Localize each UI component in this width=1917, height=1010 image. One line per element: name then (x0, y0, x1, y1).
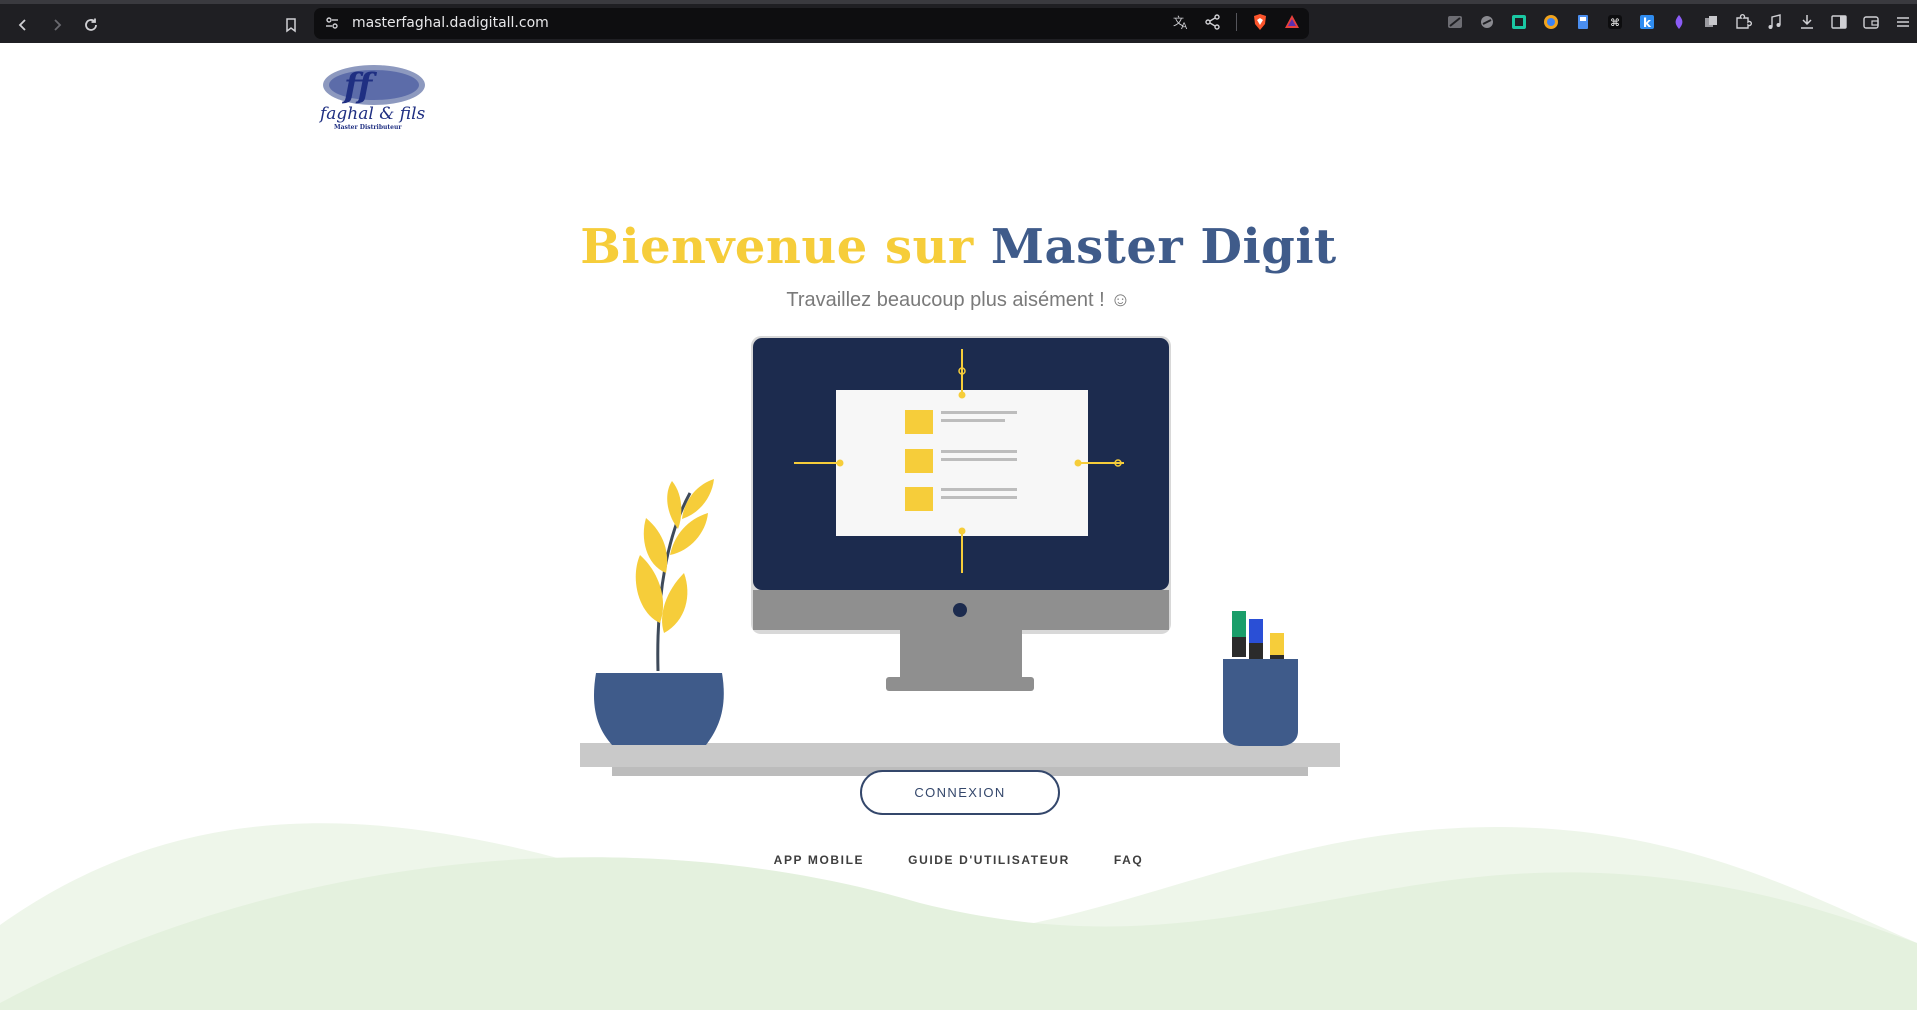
svg-text:A: A (1181, 22, 1188, 31)
page-title: Bienvenue sur Master Digit (0, 219, 1917, 275)
page-content: ff faghal & fils Master Distributeur Bie… (0, 43, 1917, 1010)
site-settings-icon[interactable] (324, 15, 340, 31)
extension-1-icon[interactable] (1445, 12, 1465, 32)
bookmark-button[interactable] (278, 12, 304, 38)
extension-2-icon[interactable] (1477, 12, 1497, 32)
title-part-1: Bienvenue sur (580, 219, 974, 275)
menu-icon[interactable] (1893, 12, 1913, 32)
footer-link-user-guide[interactable]: GUIDE D'UTILISATEUR (908, 853, 1070, 867)
login-button[interactable]: CONNEXION (860, 770, 1060, 815)
address-bar-actions: 文A (1172, 13, 1301, 31)
title-part-2: Master Digit (990, 219, 1337, 275)
extension-5-icon[interactable] (1573, 12, 1593, 32)
logo-tagline: Master Distributeur (334, 124, 402, 131)
share-icon[interactable] (1204, 13, 1222, 31)
bookmark-icon (286, 18, 296, 33)
footer-links: APP MOBILE GUIDE D'UTILISATEUR FAQ (0, 853, 1917, 867)
svg-text:k: k (1643, 16, 1652, 30)
forward-arrow-icon (54, 19, 62, 31)
reload-icon (85, 18, 97, 31)
url-text[interactable]: masterfaghal.dadigitall.com (352, 15, 549, 31)
brave-shields-icon[interactable] (1251, 13, 1269, 31)
reload-button[interactable] (78, 12, 104, 38)
svg-text:⌘: ⌘ (1610, 18, 1620, 29)
forward-button[interactable] (44, 12, 70, 38)
brave-rewards-icon[interactable] (1283, 13, 1301, 31)
back-arrow-icon (18, 19, 26, 31)
wallet-icon[interactable] (1861, 12, 1881, 32)
divider (1236, 13, 1237, 31)
browser-toolbar: masterfaghal.dadigitall.com 文A ⌘ k (0, 0, 1917, 43)
back-button[interactable] (10, 12, 36, 38)
sidebar-toggle-icon[interactable] (1829, 12, 1849, 32)
translate-icon[interactable]: 文A (1172, 13, 1190, 31)
extension-6-icon[interactable]: ⌘ (1605, 12, 1625, 32)
extension-3-icon[interactable] (1509, 12, 1529, 32)
download-icon[interactable] (1797, 12, 1817, 32)
puzzle-extensions-icon[interactable] (1733, 12, 1753, 32)
extension-7-icon[interactable]: k (1637, 12, 1657, 32)
extension-8-icon[interactable] (1669, 12, 1689, 32)
page-subtitle: Travaillez beaucoup plus aisément ! ☺ (786, 289, 1131, 311)
footer-link-app-mobile[interactable]: APP MOBILE (774, 853, 864, 867)
footer-link-faq[interactable]: FAQ (1114, 853, 1143, 867)
address-bar[interactable]: masterfaghal.dadigitall.com 文A (314, 8, 1309, 39)
company-logo: ff faghal & fils Master Distributeur (318, 65, 426, 131)
extension-4-icon[interactable] (1541, 12, 1561, 32)
extension-9-icon[interactable] (1701, 12, 1721, 32)
extensions-toolbar: ⌘ k (1445, 12, 1913, 32)
media-icon[interactable] (1765, 12, 1785, 32)
desk-illustration (580, 336, 1340, 776)
logo-brand-text: faghal & fils (318, 104, 426, 124)
